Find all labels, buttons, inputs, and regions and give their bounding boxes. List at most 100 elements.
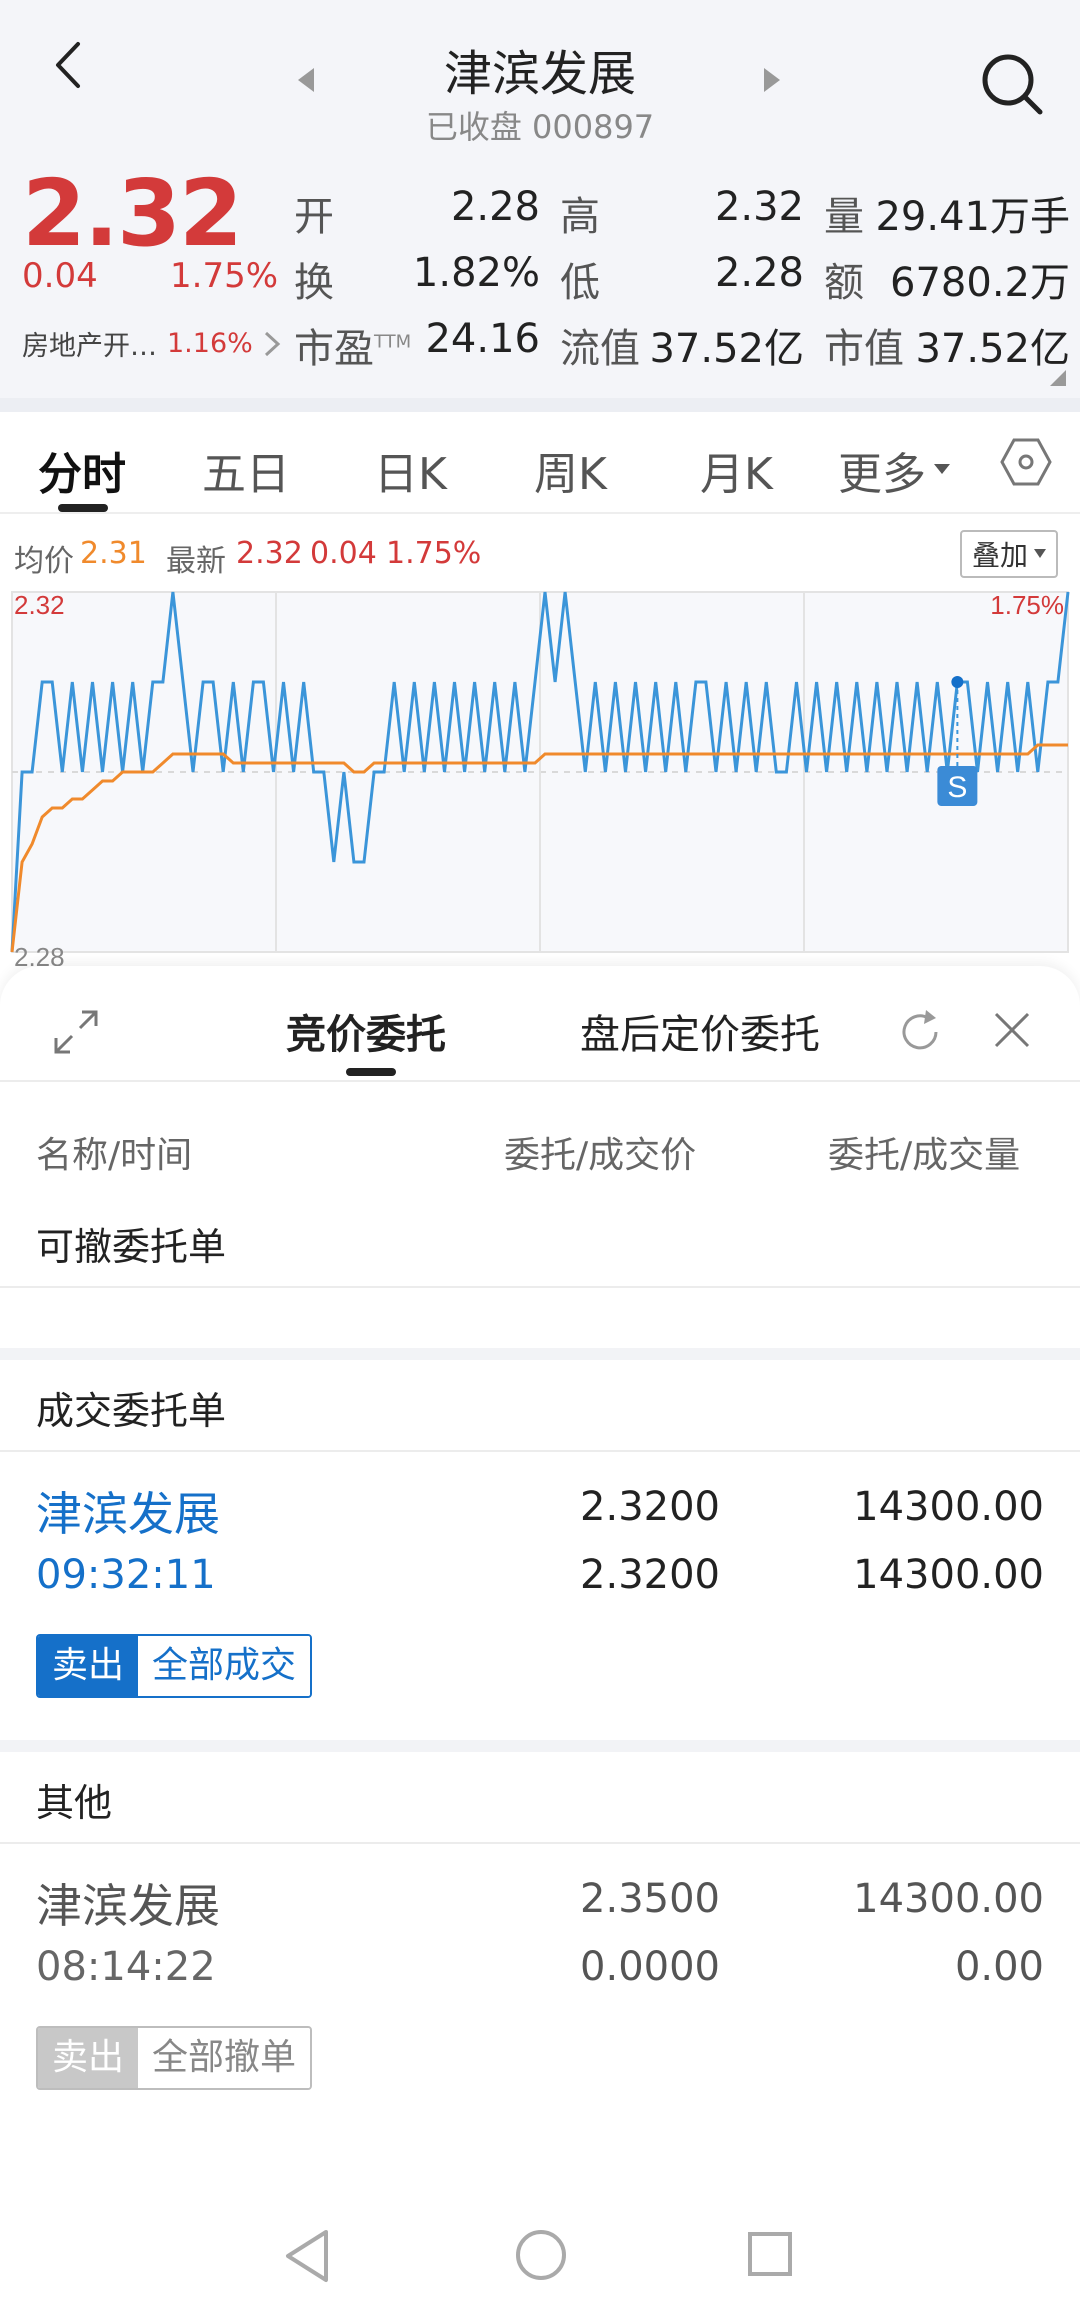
volume-label: 量 xyxy=(824,194,864,240)
search-icon[interactable] xyxy=(980,52,1046,118)
high-value: 2.32 xyxy=(714,184,804,230)
tab-month-k[interactable]: 月K xyxy=(700,438,773,502)
latest-label: 最新 xyxy=(166,544,226,579)
amount-value: 6780.2万 xyxy=(890,260,1070,306)
filled-quantity: 14300.00 xyxy=(853,1552,1044,1598)
turnover-label: 换 xyxy=(294,260,334,306)
order-stock-name: 津滨发展 xyxy=(36,1879,220,1933)
pe-value: 24.16 xyxy=(425,316,540,362)
refresh-icon[interactable] xyxy=(896,1008,944,1056)
low-label: 低 xyxy=(560,260,600,306)
chart-legend: 均价 2.31 最新 2.32 0.04 1.75% 叠加 xyxy=(0,514,1080,584)
filled-quantity: 0.00 xyxy=(954,1944,1044,1990)
low-value: 2.28 xyxy=(714,250,804,296)
avg-price-label: 均价 xyxy=(14,544,74,579)
quote-panel: 2.32 0.04 1.75% 房地产开… 1.16% 开 2.28 高 2.3… xyxy=(0,160,1080,398)
float-cap-value: 37.52亿 xyxy=(649,326,804,372)
trade-marker-label: S xyxy=(947,771,967,804)
price-change-pct: 1.75% xyxy=(170,256,279,296)
overlay-label: 叠加 xyxy=(971,539,1028,572)
order-price: 2.3200 xyxy=(580,1484,720,1530)
float-cap-label: 流值 xyxy=(560,326,640,372)
sector-name: 房地产开… xyxy=(22,331,157,362)
stock-status-code: 已收盘 000897 xyxy=(425,108,655,146)
volume-value: 29.41万手 xyxy=(875,194,1070,240)
trade-marker-badge[interactable]: S xyxy=(937,766,978,806)
section-gap xyxy=(0,1348,1080,1360)
order-status-badge: 卖出 全部成交 xyxy=(36,1634,313,1698)
order-time: 09:32:11 xyxy=(36,1552,216,1598)
active-sheet-tab-indicator xyxy=(346,1068,396,1076)
divider xyxy=(0,1080,1080,1082)
market-cap-value: 37.52亿 xyxy=(915,326,1070,372)
divider xyxy=(0,1286,1080,1288)
stock-header: 津滨发展 已收盘 000897 xyxy=(0,0,1080,160)
pe-label: 市盈TTM xyxy=(294,326,412,372)
latest-value: 2.32 xyxy=(236,536,303,571)
nav-home-icon[interactable] xyxy=(514,2228,568,2282)
overlay-button[interactable]: 叠加 xyxy=(960,530,1058,578)
dropdown-arrow-icon xyxy=(1034,549,1046,558)
order-status-badge: 卖出 全部撤单 xyxy=(36,2026,313,2090)
chevron-right-icon xyxy=(264,331,281,356)
tab-week-k[interactable]: 周K xyxy=(534,438,607,502)
tab-more[interactable]: 更多 xyxy=(838,438,950,502)
expand-icon[interactable] xyxy=(52,1008,100,1056)
order-time: 08:14:22 xyxy=(36,1944,216,1990)
expand-corner-icon[interactable] xyxy=(1050,370,1066,386)
system-nav-bar xyxy=(0,2200,1080,2312)
price-change: 0.04 xyxy=(22,256,98,296)
avg-price-value: 2.31 xyxy=(80,536,147,571)
col-price: 委托/成交价 xyxy=(504,1135,697,1176)
side-label: 卖出 xyxy=(38,2028,139,2088)
open-label: 开 xyxy=(294,194,334,240)
section-gap xyxy=(0,1740,1080,1752)
tab-day-k[interactable]: 日K xyxy=(374,438,447,502)
active-tab-indicator xyxy=(58,504,108,512)
order-quantity: 14300.00 xyxy=(853,1484,1044,1530)
tab-more-label: 更多 xyxy=(838,449,926,500)
status-label: 全部撤单 xyxy=(138,2028,311,2088)
tab-intraday[interactable]: 分时 xyxy=(38,438,126,502)
period-tabs: 分时 五日 日K 周K 月K 更多 xyxy=(0,412,1080,514)
tab-after-hours-orders[interactable]: 盘后定价委托 xyxy=(580,1002,820,1060)
turnover-value: 1.82% xyxy=(412,250,540,296)
section-other: 其他 xyxy=(36,1781,113,1825)
section-cancelable: 可撤委托单 xyxy=(36,1225,227,1269)
sector-link[interactable]: 房地产开… 1.16% xyxy=(22,324,281,363)
divider xyxy=(0,1842,1080,1844)
order-quantity: 14300.00 xyxy=(853,1876,1044,1922)
tab-auction-orders[interactable]: 竞价委托 xyxy=(286,1002,446,1060)
close-icon[interactable] xyxy=(990,1008,1034,1052)
last-price: 2.32 xyxy=(22,160,243,267)
separator xyxy=(0,398,1080,412)
open-value: 2.28 xyxy=(450,184,540,230)
amount-label: 额 xyxy=(824,260,864,306)
y-axis-top-label: 2.32 xyxy=(14,590,65,620)
latest-pct: 1.75% xyxy=(386,536,482,571)
latest-change: 0.04 xyxy=(310,536,377,571)
settings-hexagon-icon[interactable] xyxy=(1000,436,1052,488)
trade-marker-dot xyxy=(951,676,964,688)
dropdown-arrow-icon xyxy=(934,464,950,474)
pct-axis-top-label: 1.75% xyxy=(990,590,1064,620)
high-label: 高 xyxy=(560,194,600,240)
section-filled: 成交委托单 xyxy=(36,1389,227,1433)
orders-sheet: 竞价委托 盘后定价委托 名称/时间 委托/成交价 委托/成交量 可撤委托单 成交… xyxy=(0,966,1080,2312)
side-label: 卖出 xyxy=(38,1636,139,1696)
filled-price: 2.3200 xyxy=(580,1552,720,1598)
intraday-chart[interactable]: S 2.32 2.28 1.75% xyxy=(0,584,1080,984)
next-stock-icon[interactable] xyxy=(762,66,782,94)
filled-price: 0.0000 xyxy=(580,1944,720,1990)
nav-back-icon[interactable] xyxy=(282,2228,332,2284)
order-stock-name: 津滨发展 xyxy=(36,1487,220,1541)
col-quantity: 委托/成交量 xyxy=(828,1135,1021,1176)
nav-recents-icon[interactable] xyxy=(746,2230,794,2278)
order-price: 2.3500 xyxy=(580,1876,720,1922)
stock-name: 津滨发展 xyxy=(443,46,636,102)
divider xyxy=(0,1450,1080,1452)
col-name-time: 名称/时间 xyxy=(36,1135,193,1176)
status-label: 全部成交 xyxy=(138,1636,311,1696)
tab-five-day[interactable]: 五日 xyxy=(202,438,290,502)
market-cap-label: 市值 xyxy=(824,326,904,372)
